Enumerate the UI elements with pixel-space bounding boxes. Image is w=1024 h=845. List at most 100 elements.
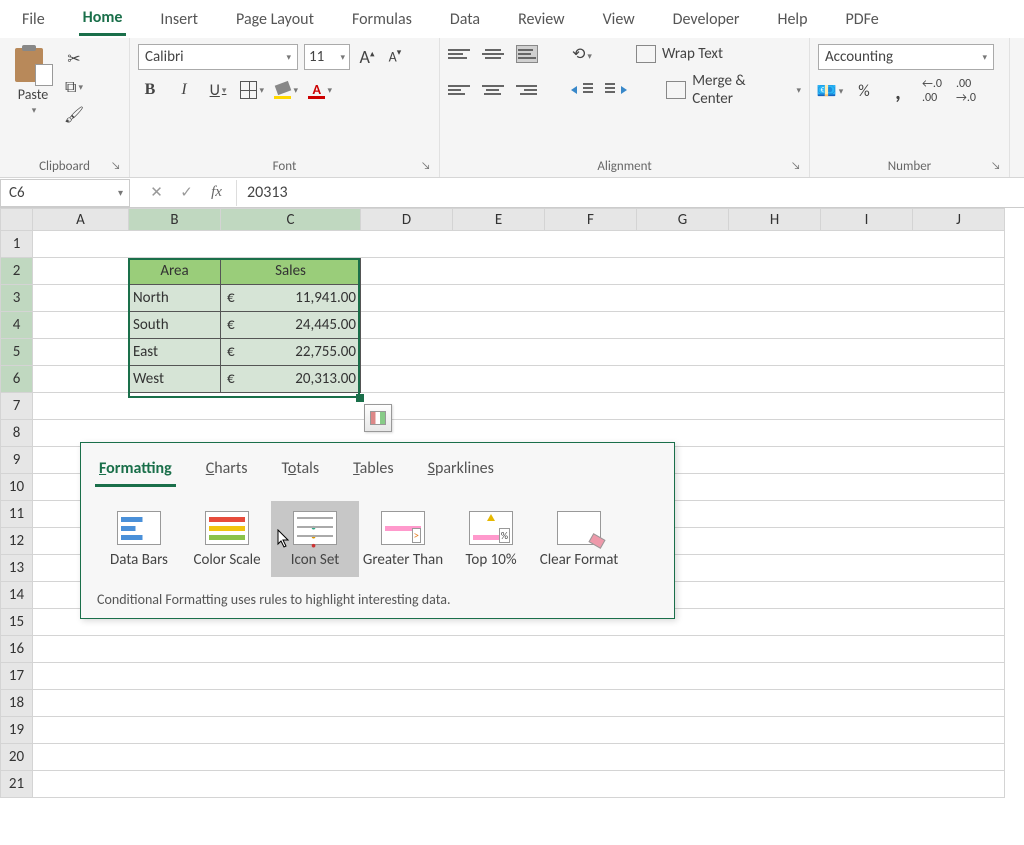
- col-header-B[interactable]: B: [129, 209, 221, 231]
- font-launcher-icon[interactable]: ↘: [421, 159, 435, 173]
- tab-page-layout[interactable]: Page Layout: [232, 4, 318, 35]
- select-all-corner[interactable]: [1, 209, 33, 231]
- border-button[interactable]: ▾: [240, 78, 264, 102]
- cell-C6[interactable]: €20,313.00: [221, 366, 361, 393]
- font-size-select[interactable]: 11▾: [304, 44, 350, 70]
- name-box[interactable]: C6 ▾: [0, 179, 130, 207]
- col-header-J[interactable]: J: [913, 209, 1005, 231]
- row-header-7[interactable]: 7: [1, 393, 33, 420]
- italic-button[interactable]: I: [172, 78, 196, 102]
- row-header-8[interactable]: 8: [1, 420, 33, 447]
- insert-function-button[interactable]: fx: [202, 180, 232, 206]
- shrink-font-button[interactable]: A▾: [384, 47, 406, 66]
- cell-B5[interactable]: East: [129, 339, 221, 366]
- number-format-select[interactable]: Accounting▾: [818, 44, 994, 70]
- enter-formula-button[interactable]: ✓: [172, 180, 202, 206]
- row-header-1[interactable]: 1: [1, 231, 33, 258]
- col-header-D[interactable]: D: [361, 209, 453, 231]
- col-header-H[interactable]: H: [729, 209, 821, 231]
- orientation-button[interactable]: ⟲▾: [572, 44, 592, 64]
- row-header-10[interactable]: 10: [1, 474, 33, 501]
- row-header-2[interactable]: 2: [1, 258, 33, 285]
- col-header-I[interactable]: I: [821, 209, 913, 231]
- comma-button[interactable]: ,: [886, 80, 910, 102]
- name-box-dropdown-icon[interactable]: ▾: [118, 186, 123, 199]
- tab-pdf[interactable]: PDFe: [841, 4, 882, 35]
- row-header-3[interactable]: 3: [1, 285, 33, 312]
- qa-tab-tables[interactable]: Tables: [349, 457, 398, 487]
- qa-item-top-10[interactable]: % Top 10%: [447, 501, 535, 577]
- formula-input[interactable]: 20313: [236, 180, 1024, 206]
- qa-tab-totals[interactable]: Totals: [278, 457, 324, 487]
- col-header-A[interactable]: A: [33, 209, 129, 231]
- cell-B4[interactable]: South: [129, 312, 221, 339]
- alignment-launcher-icon[interactable]: ↘: [791, 159, 805, 173]
- col-header-F[interactable]: F: [545, 209, 637, 231]
- qa-item-greater-than[interactable]: > Greater Than: [359, 501, 447, 577]
- percent-button[interactable]: %: [852, 80, 876, 102]
- grow-font-button[interactable]: A▴: [356, 46, 378, 68]
- row-header-4[interactable]: 4: [1, 312, 33, 339]
- cell-C4[interactable]: €24,445.00: [221, 312, 361, 339]
- tab-file[interactable]: File: [18, 4, 49, 35]
- copy-button[interactable]: ⧉▾: [62, 76, 86, 98]
- qa-item-data-bars[interactable]: Data Bars: [95, 501, 183, 577]
- row-header-13[interactable]: 13: [1, 555, 33, 582]
- row-header-17[interactable]: 17: [1, 663, 33, 690]
- row-header-9[interactable]: 9: [1, 447, 33, 474]
- qa-item-color-scale[interactable]: Color Scale: [183, 501, 271, 577]
- align-left-button[interactable]: [448, 81, 470, 99]
- tab-home[interactable]: Home: [79, 2, 127, 36]
- increase-indent-button[interactable]: [605, 81, 627, 99]
- row-header-16[interactable]: 16: [1, 636, 33, 663]
- decrease-decimal-button[interactable]: .00→.0: [954, 80, 978, 102]
- cell-C5[interactable]: €22,755.00: [221, 339, 361, 366]
- wrap-text-button[interactable]: Wrap Text: [636, 45, 723, 63]
- cell-B3[interactable]: North: [129, 285, 221, 312]
- tab-data[interactable]: Data: [446, 4, 484, 35]
- paste-dropdown-icon[interactable]: ▾: [32, 105, 37, 116]
- cell-C2[interactable]: Sales: [221, 258, 361, 285]
- row-header-15[interactable]: 15: [1, 609, 33, 636]
- row-header-6[interactable]: 6: [1, 366, 33, 393]
- cell-B6[interactable]: West: [129, 366, 221, 393]
- row-header-12[interactable]: 12: [1, 528, 33, 555]
- underline-button[interactable]: U▾: [206, 78, 230, 102]
- tab-view[interactable]: View: [599, 4, 639, 35]
- increase-decimal-button[interactable]: ←.0.00: [920, 80, 944, 102]
- col-header-G[interactable]: G: [637, 209, 729, 231]
- selection-fill-handle[interactable]: [356, 394, 364, 402]
- qa-item-clear-format[interactable]: Clear Format: [535, 501, 623, 577]
- row-header-5[interactable]: 5: [1, 339, 33, 366]
- cell-C3[interactable]: €11,941.00: [221, 285, 361, 312]
- tab-help[interactable]: Help: [773, 4, 811, 35]
- row-header-11[interactable]: 11: [1, 501, 33, 528]
- tab-review[interactable]: Review: [514, 4, 569, 35]
- row-header-14[interactable]: 14: [1, 582, 33, 609]
- number-launcher-icon[interactable]: ↘: [991, 159, 1005, 173]
- col-header-C[interactable]: C: [221, 209, 361, 231]
- qa-tab-formatting[interactable]: Formatting: [95, 457, 176, 487]
- col-header-E[interactable]: E: [453, 209, 545, 231]
- row-header-21[interactable]: 21: [1, 771, 33, 798]
- row-header-20[interactable]: 20: [1, 744, 33, 771]
- row-header-19[interactable]: 19: [1, 717, 33, 744]
- cell-B2[interactable]: Area: [129, 258, 221, 285]
- clipboard-launcher-icon[interactable]: ↘: [111, 159, 125, 173]
- tab-developer[interactable]: Developer: [669, 4, 744, 35]
- align-right-button[interactable]: [516, 81, 538, 99]
- merge-center-button[interactable]: Merge & Center ▾: [666, 72, 801, 108]
- accounting-format-button[interactable]: 💶▾: [818, 80, 842, 102]
- font-name-select[interactable]: Calibri▾: [138, 44, 298, 70]
- qa-tab-sparklines[interactable]: Sparklines: [424, 457, 498, 487]
- qa-item-icon-set[interactable]: Icon Set: [271, 501, 359, 577]
- paste-button[interactable]: Paste ▾: [8, 44, 58, 126]
- qa-tab-charts[interactable]: Charts: [202, 457, 252, 487]
- fill-color-button[interactable]: ▾: [274, 78, 298, 102]
- align-center-button[interactable]: [482, 81, 504, 99]
- format-painter-button[interactable]: 🖌: [62, 104, 86, 126]
- row-header-18[interactable]: 18: [1, 690, 33, 717]
- cancel-formula-button[interactable]: ✕: [142, 180, 172, 206]
- quick-analysis-button[interactable]: [364, 404, 392, 432]
- bold-button[interactable]: B: [138, 78, 162, 102]
